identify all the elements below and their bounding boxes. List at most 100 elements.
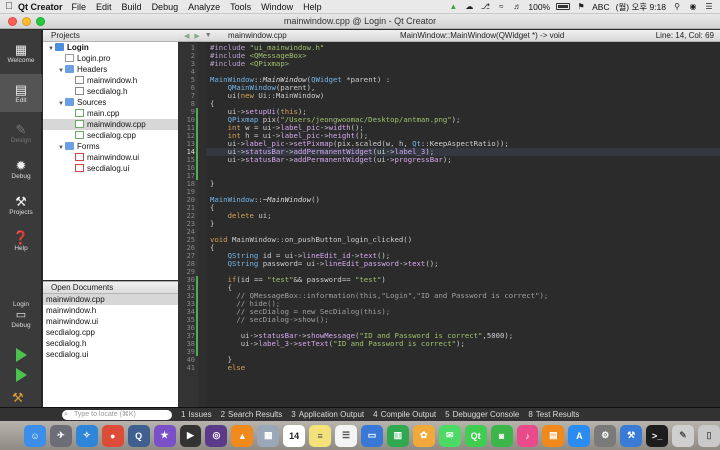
code-editor[interactable]: 1 2 3 4 5 6 7 8 9 10 11 12 13 14 15 16 17 18 19 20 21 22 23 24 2… — [178, 43, 720, 407]
preview-icon[interactable]: ▦ — [257, 424, 280, 447]
code-line[interactable]: if(id == "test"&& password== "test") — [210, 276, 718, 284]
input-method[interactable]: ABC — [592, 2, 609, 12]
finder-icon[interactable]: ☺ — [24, 424, 46, 447]
back-icon[interactable]: ◀ — [184, 32, 189, 40]
tree-item[interactable]: secdialog.h — [43, 86, 178, 97]
imovie-icon[interactable]: ★ — [153, 424, 176, 447]
code-line[interactable]: ui->statusBar->addPermanentWidget(ui->pr… — [210, 156, 718, 164]
zoom-window-button[interactable] — [36, 16, 45, 26]
photos-icon[interactable]: ✿ — [412, 424, 435, 447]
qt-tray-icon[interactable]: ▲ — [448, 2, 458, 11]
kit-selector[interactable]: Login ▭ Debug — [0, 300, 42, 330]
output-tab[interactable]: 4 Compile Output — [373, 410, 436, 419]
close-window-button[interactable] — [8, 16, 17, 26]
build-button[interactable]: ⚒ — [12, 390, 30, 406]
open-file-selector[interactable]: mainwindow.cpp — [222, 31, 392, 40]
code-line[interactable]: QString password= ui->lineEdit_password-… — [210, 260, 718, 268]
menu-edit[interactable]: Edit — [96, 2, 112, 12]
menu-tools[interactable]: Tools — [230, 2, 251, 12]
mode-edit[interactable]: ▤ Edit — [0, 74, 42, 112]
messages-icon[interactable]: ✉ — [438, 424, 461, 447]
mode-welcome[interactable]: ▦ Welcome — [0, 34, 42, 72]
code-line[interactable]: else — [210, 364, 718, 372]
quicktime-icon[interactable]: Q — [127, 424, 150, 447]
volume-icon[interactable]: ♬ — [512, 2, 522, 11]
tree-item[interactable]: ▼ Sources — [43, 97, 178, 108]
terminal-icon[interactable]: >_ — [646, 424, 669, 447]
menu-help[interactable]: Help — [303, 2, 322, 12]
code-line[interactable]: // secDialog->show(); — [210, 316, 718, 324]
code-line[interactable]: // QMessageBox::information(this,"Login"… — [210, 292, 718, 300]
appstore-icon[interactable]: A — [568, 424, 591, 447]
output-tab[interactable]: 5 Debugger Console — [445, 410, 519, 419]
fold-margin[interactable] — [198, 43, 206, 407]
motion-icon[interactable]: ◎ — [205, 424, 228, 447]
scripteditor-icon[interactable]: ✎ — [672, 424, 694, 447]
symbol-selector[interactable]: MainWindow::MainWindow(QWidget *) -> voi… — [392, 31, 640, 40]
menu-debug[interactable]: Debug — [152, 2, 179, 12]
launchpad-icon[interactable]: ✈ — [49, 424, 72, 447]
locator-input[interactable]: Type to locate (⌘K) — [62, 409, 172, 420]
projects-pane-header[interactable]: Projects — [43, 30, 178, 42]
systemprefs-icon[interactable]: ⚙ — [594, 424, 617, 447]
tree-item[interactable]: secdialog.ui — [43, 163, 178, 174]
notification-center-icon[interactable]: ☰ — [704, 2, 714, 11]
mode-help[interactable]: ❓ Help — [0, 222, 42, 260]
output-tab[interactable]: 2 Search Results — [221, 410, 283, 419]
reminders-icon[interactable]: ☰ — [335, 424, 357, 447]
tree-item[interactable]: secdialog.cpp — [43, 130, 178, 141]
bluetooth-icon[interactable]: ⎇ — [480, 2, 490, 11]
siri-icon[interactable]: ◉ — [688, 2, 698, 11]
menu-window[interactable]: Window — [261, 2, 293, 12]
tree-item[interactable]: main.cpp — [43, 108, 178, 119]
mode-debug[interactable]: ✹ Debug — [0, 150, 42, 188]
notes-icon[interactable]: ≡ — [309, 424, 332, 447]
facetime-icon[interactable]: ◙ — [490, 424, 513, 447]
numbers-icon[interactable]: ▥ — [386, 424, 409, 447]
open-document-item[interactable]: secdialog.h — [43, 338, 178, 349]
code-line[interactable]: } — [210, 220, 718, 228]
open-document-item[interactable]: mainwindow.ui — [43, 316, 178, 327]
open-document-item[interactable]: mainwindow.cpp — [43, 294, 178, 305]
books-icon[interactable]: ▤ — [542, 424, 565, 447]
apple-menu-icon[interactable]:  — [0, 1, 18, 12]
safari-icon[interactable]: ✧ — [75, 424, 98, 447]
tree-item[interactable]: mainwindow.cpp — [43, 119, 178, 130]
tree-item[interactable]: mainwindow.h — [43, 75, 178, 86]
chrome-icon[interactable]: ● — [101, 424, 124, 447]
code-line[interactable]: } — [210, 180, 718, 188]
tree-item[interactable]: mainwindow.ui — [43, 152, 178, 163]
code-line[interactable]: delete ui; — [210, 212, 718, 220]
menu-analyze[interactable]: Analyze — [188, 2, 220, 12]
keynote-icon[interactable]: ▭ — [360, 424, 383, 447]
output-tab[interactable]: 3 Application Output — [291, 410, 364, 419]
forward-icon[interactable]: ▶ — [194, 32, 199, 40]
code-line[interactable]: } — [210, 356, 718, 364]
cloud-icon[interactable]: ☁ — [464, 2, 474, 11]
bookmark-icon[interactable]: ▼ — [205, 32, 212, 40]
qtcreator-icon[interactable]: Qt — [464, 424, 487, 447]
clock[interactable]: (월) 오후 9:18 — [616, 1, 666, 13]
code-line[interactable]: ui->label_3->setText("ID and Password is… — [210, 340, 718, 348]
trash-icon[interactable]: ▯ — [697, 424, 720, 447]
code-line[interactable]: MainWindow::~MainWindow() — [210, 196, 718, 204]
open-document-item[interactable]: secdialog.cpp — [43, 327, 178, 338]
menu-build[interactable]: Build — [122, 2, 142, 12]
mode-projects[interactable]: ⚒ Projects — [0, 186, 42, 224]
battery-icon[interactable] — [556, 3, 571, 10]
tree-item[interactable]: ▼ Forms — [43, 141, 178, 152]
tree-item[interactable]: ▼ Headers — [43, 64, 178, 75]
itunes-icon[interactable]: ♪ — [516, 424, 539, 447]
debug-run-button[interactable] — [12, 368, 30, 384]
open-document-item[interactable]: mainwindow.h — [43, 305, 178, 316]
app-menu[interactable]: Qt Creator — [18, 2, 63, 12]
menu-file[interactable]: File — [72, 2, 87, 12]
output-tab[interactable]: 1 Issues — [181, 410, 212, 419]
vlc-icon[interactable]: ▲ — [231, 424, 254, 447]
wifi-icon[interactable]: ≈ — [496, 2, 506, 11]
open-document-item[interactable]: secdialog.ui — [43, 349, 178, 360]
tree-item[interactable]: Login.pro — [43, 53, 178, 64]
code-line[interactable]: void MainWindow::on_pushButton_login_cli… — [210, 236, 718, 244]
flag-icon[interactable]: ⚑ — [576, 2, 586, 11]
finalcut-icon[interactable]: ▶ — [179, 424, 202, 447]
